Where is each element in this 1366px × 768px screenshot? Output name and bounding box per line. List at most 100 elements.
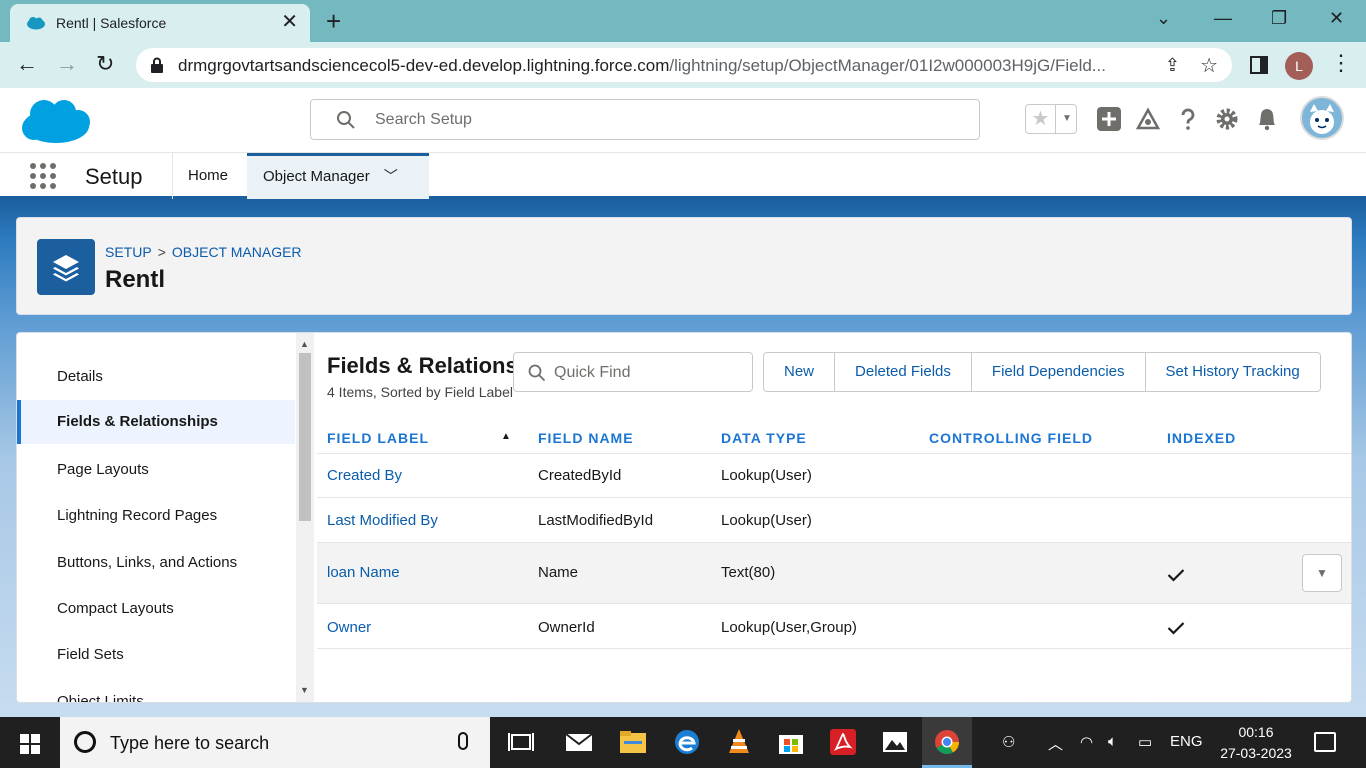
indexed-check-icon (1167, 622, 1185, 635)
setup-search-input[interactable] (375, 108, 955, 132)
photos-icon[interactable] (880, 727, 910, 757)
favorite-star-icon[interactable]: ★ (1026, 105, 1056, 133)
trailhead-guidance-icon[interactable] (1135, 106, 1161, 132)
microsoft-store-icon[interactable] (776, 727, 806, 757)
field-label-link[interactable]: Created By (327, 467, 402, 484)
sidebar-item-details[interactable]: Details (17, 355, 295, 399)
column-header-data-type[interactable]: DATA TYPE (721, 430, 807, 446)
sidebar-scrollbar[interactable]: ▲ ▼ (296, 333, 314, 702)
file-explorer-icon[interactable] (618, 727, 648, 757)
sidebar-item-compact-layouts[interactable]: Compact Layouts (17, 587, 295, 631)
battery-icon[interactable]: ▭ (1138, 733, 1152, 751)
help-icon[interactable] (1175, 106, 1201, 132)
clock-date: 27-03-2023 (1220, 745, 1292, 761)
close-window-icon[interactable]: ✕ (1329, 8, 1344, 29)
tab-close-icon[interactable]: ✕ (281, 12, 298, 32)
sidebar-item-field-sets[interactable]: Field Sets (17, 633, 295, 677)
restore-icon[interactable]: ❐ (1271, 8, 1287, 29)
column-header-field-name[interactable]: FIELD NAME (538, 430, 634, 446)
new-tab-icon[interactable]: + (326, 8, 341, 34)
task-view-icon[interactable] (506, 727, 536, 757)
minimize-icon[interactable]: — (1214, 8, 1232, 29)
notifications-bell-icon[interactable] (1254, 106, 1280, 132)
sort-ascending-icon[interactable]: ▲ (501, 431, 511, 442)
chevron-down-icon[interactable]: ﹀ (384, 156, 398, 196)
show-hidden-icons-chevron-icon[interactable]: ︿ (1048, 733, 1063, 754)
back-icon[interactable]: ← (16, 52, 38, 76)
browser-tab[interactable]: Rentl | Salesforce ✕ (10, 4, 310, 42)
salesforce-favicon-icon (27, 17, 45, 30)
table-row: loan Name Name Text(80) ▼ (317, 543, 1351, 604)
quick-find[interactable] (513, 352, 753, 392)
breadcrumb-setup-link[interactable]: SETUP (105, 244, 152, 260)
scrollbar-thumb[interactable] (299, 353, 311, 521)
app-launcher-icon[interactable] (30, 163, 56, 189)
salesforce-logo-icon[interactable] (20, 96, 92, 146)
side-panel-icon[interactable] (1250, 56, 1268, 74)
field-data-type: Text(80) (721, 564, 776, 581)
field-api-name: OwnerId (538, 619, 595, 636)
people-icon[interactable]: ⚇ (1002, 733, 1015, 751)
edge-browser-icon[interactable] (672, 727, 702, 757)
chrome-icon (935, 730, 959, 755)
tab-object-manager[interactable]: Object Manager ﹀ (247, 153, 429, 199)
setup-search[interactable] (310, 99, 980, 140)
deleted-fields-button[interactable]: Deleted Fields (835, 352, 972, 392)
share-icon[interactable]: ⇪ (1165, 55, 1180, 76)
field-dependencies-button[interactable]: Field Dependencies (971, 352, 1146, 392)
search-icon (337, 111, 355, 129)
new-field-button[interactable]: New (763, 352, 836, 392)
sidebar-item-lightning-record-pages[interactable]: Lightning Record Pages (17, 494, 295, 538)
action-center-icon[interactable] (1314, 732, 1336, 752)
browser-menu-icon[interactable]: ⋮ (1330, 52, 1352, 74)
set-history-tracking-button[interactable]: Set History Tracking (1145, 352, 1321, 392)
address-bar[interactable]: drmgrgovtartsandsciencecol5-dev-ed.devel… (136, 48, 1232, 82)
object-sidebar-nav: Details Fields & Relationships Page Layo… (17, 333, 295, 702)
sidebar-item-buttons-links-actions[interactable]: Buttons, Links, and Actions (17, 541, 295, 585)
tab-title: Rentl | Salesforce (56, 15, 167, 31)
windows-start-icon[interactable] (20, 734, 40, 754)
column-header-controlling-field[interactable]: CONTROLLING FIELD (929, 430, 1093, 446)
taskbar-clock[interactable]: 00:16 27-03-2023 (1216, 722, 1296, 764)
setup-gear-icon[interactable] (1214, 106, 1240, 132)
sidebar-item-object-limits[interactable]: Object Limits (17, 680, 295, 702)
scroll-up-arrow-icon[interactable]: ▲ (300, 339, 309, 349)
clock-time: 00:16 (1238, 724, 1274, 740)
tab-home-label: Home (188, 167, 229, 184)
column-header-indexed[interactable]: INDEXED (1167, 430, 1236, 446)
breadcrumb-object-manager-link[interactable]: OBJECT MANAGER (172, 244, 302, 260)
profile-avatar[interactable]: L (1285, 52, 1313, 80)
chrome-taskbar-active[interactable] (922, 717, 972, 768)
column-header-field-label[interactable]: FIELD LABEL (327, 430, 429, 446)
breadcrumb-separator: > (157, 244, 166, 260)
field-label-link[interactable]: Last Modified By (327, 512, 438, 529)
mail-icon[interactable] (564, 727, 594, 757)
language-indicator[interactable]: ENG (1170, 733, 1203, 750)
global-actions-icon[interactable] (1096, 106, 1122, 132)
browser-toolbar: ← → ↻ drmgrgovtartsandsciencecol5-dev-ed… (0, 42, 1366, 88)
bookmark-star-icon[interactable]: ☆ (1200, 53, 1218, 78)
favorites-dropdown-icon[interactable]: ▼ (1057, 105, 1077, 133)
user-avatar[interactable] (1300, 96, 1344, 140)
row-actions-dropdown-icon[interactable]: ▼ (1302, 554, 1342, 592)
table-row: Created By CreatedById Lookup(User) (317, 454, 1351, 498)
vlc-icon[interactable] (724, 727, 754, 757)
forward-icon[interactable]: → (56, 52, 78, 76)
tab-search-icon[interactable]: ⌄ (1156, 8, 1171, 29)
sidebar-item-fields-relationships[interactable]: Fields & Relationships (17, 400, 295, 444)
scroll-down-arrow-icon[interactable]: ▼ (300, 685, 309, 695)
field-label-link[interactable]: Owner (327, 619, 371, 636)
wifi-icon[interactable]: ◠ (1080, 733, 1093, 751)
url-text: drmgrgovtartsandsciencecol5-dev-ed.devel… (178, 56, 1153, 76)
quick-find-input[interactable] (554, 362, 744, 384)
sidebar-item-page-layouts[interactable]: Page Layouts (17, 448, 295, 492)
acrobat-reader-icon[interactable] (828, 727, 858, 757)
reload-icon[interactable]: ↻ (96, 52, 114, 76)
tab-home[interactable]: Home (172, 153, 246, 199)
browser-tab-strip: Rentl | Salesforce ✕ + ⌄ — ❐ ✕ (0, 0, 1366, 42)
microphone-icon[interactable] (458, 732, 468, 750)
volume-icon[interactable]: 🔈︎ (1108, 733, 1117, 750)
field-label-link[interactable]: loan Name (327, 564, 400, 581)
taskbar-search[interactable]: Type here to search (60, 717, 490, 768)
indexed-check-icon (1167, 569, 1185, 582)
